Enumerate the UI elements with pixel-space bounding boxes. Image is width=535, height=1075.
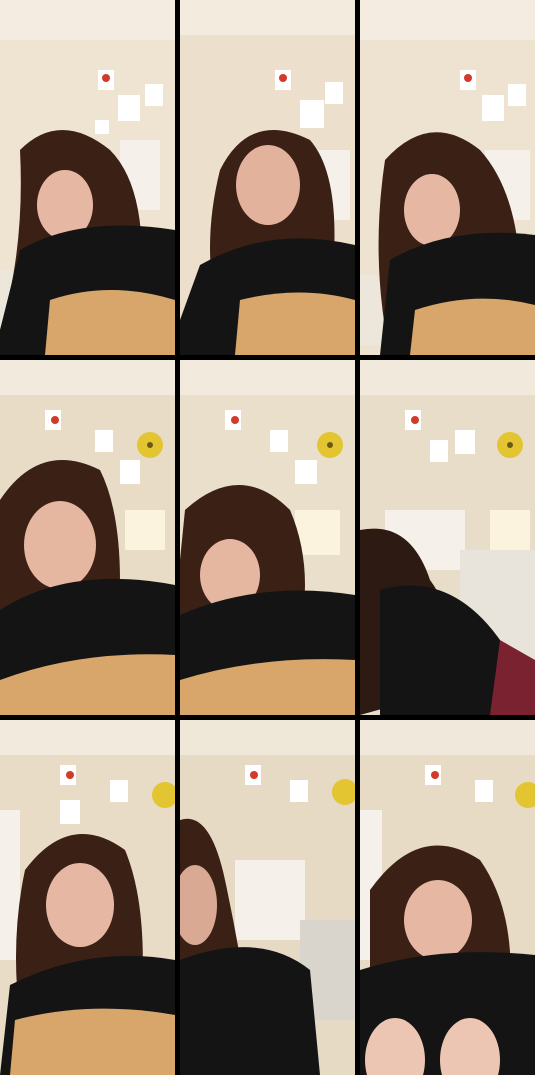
frame-6	[360, 360, 535, 715]
frame-1	[0, 0, 175, 355]
frame-2	[180, 0, 355, 355]
frame-5	[180, 360, 355, 715]
frame-4	[0, 360, 175, 715]
frame-9	[360, 720, 535, 1075]
video-still-collage	[0, 0, 535, 1075]
frame-8	[180, 720, 355, 1075]
frame-3	[360, 0, 535, 355]
frame-7	[0, 720, 175, 1075]
